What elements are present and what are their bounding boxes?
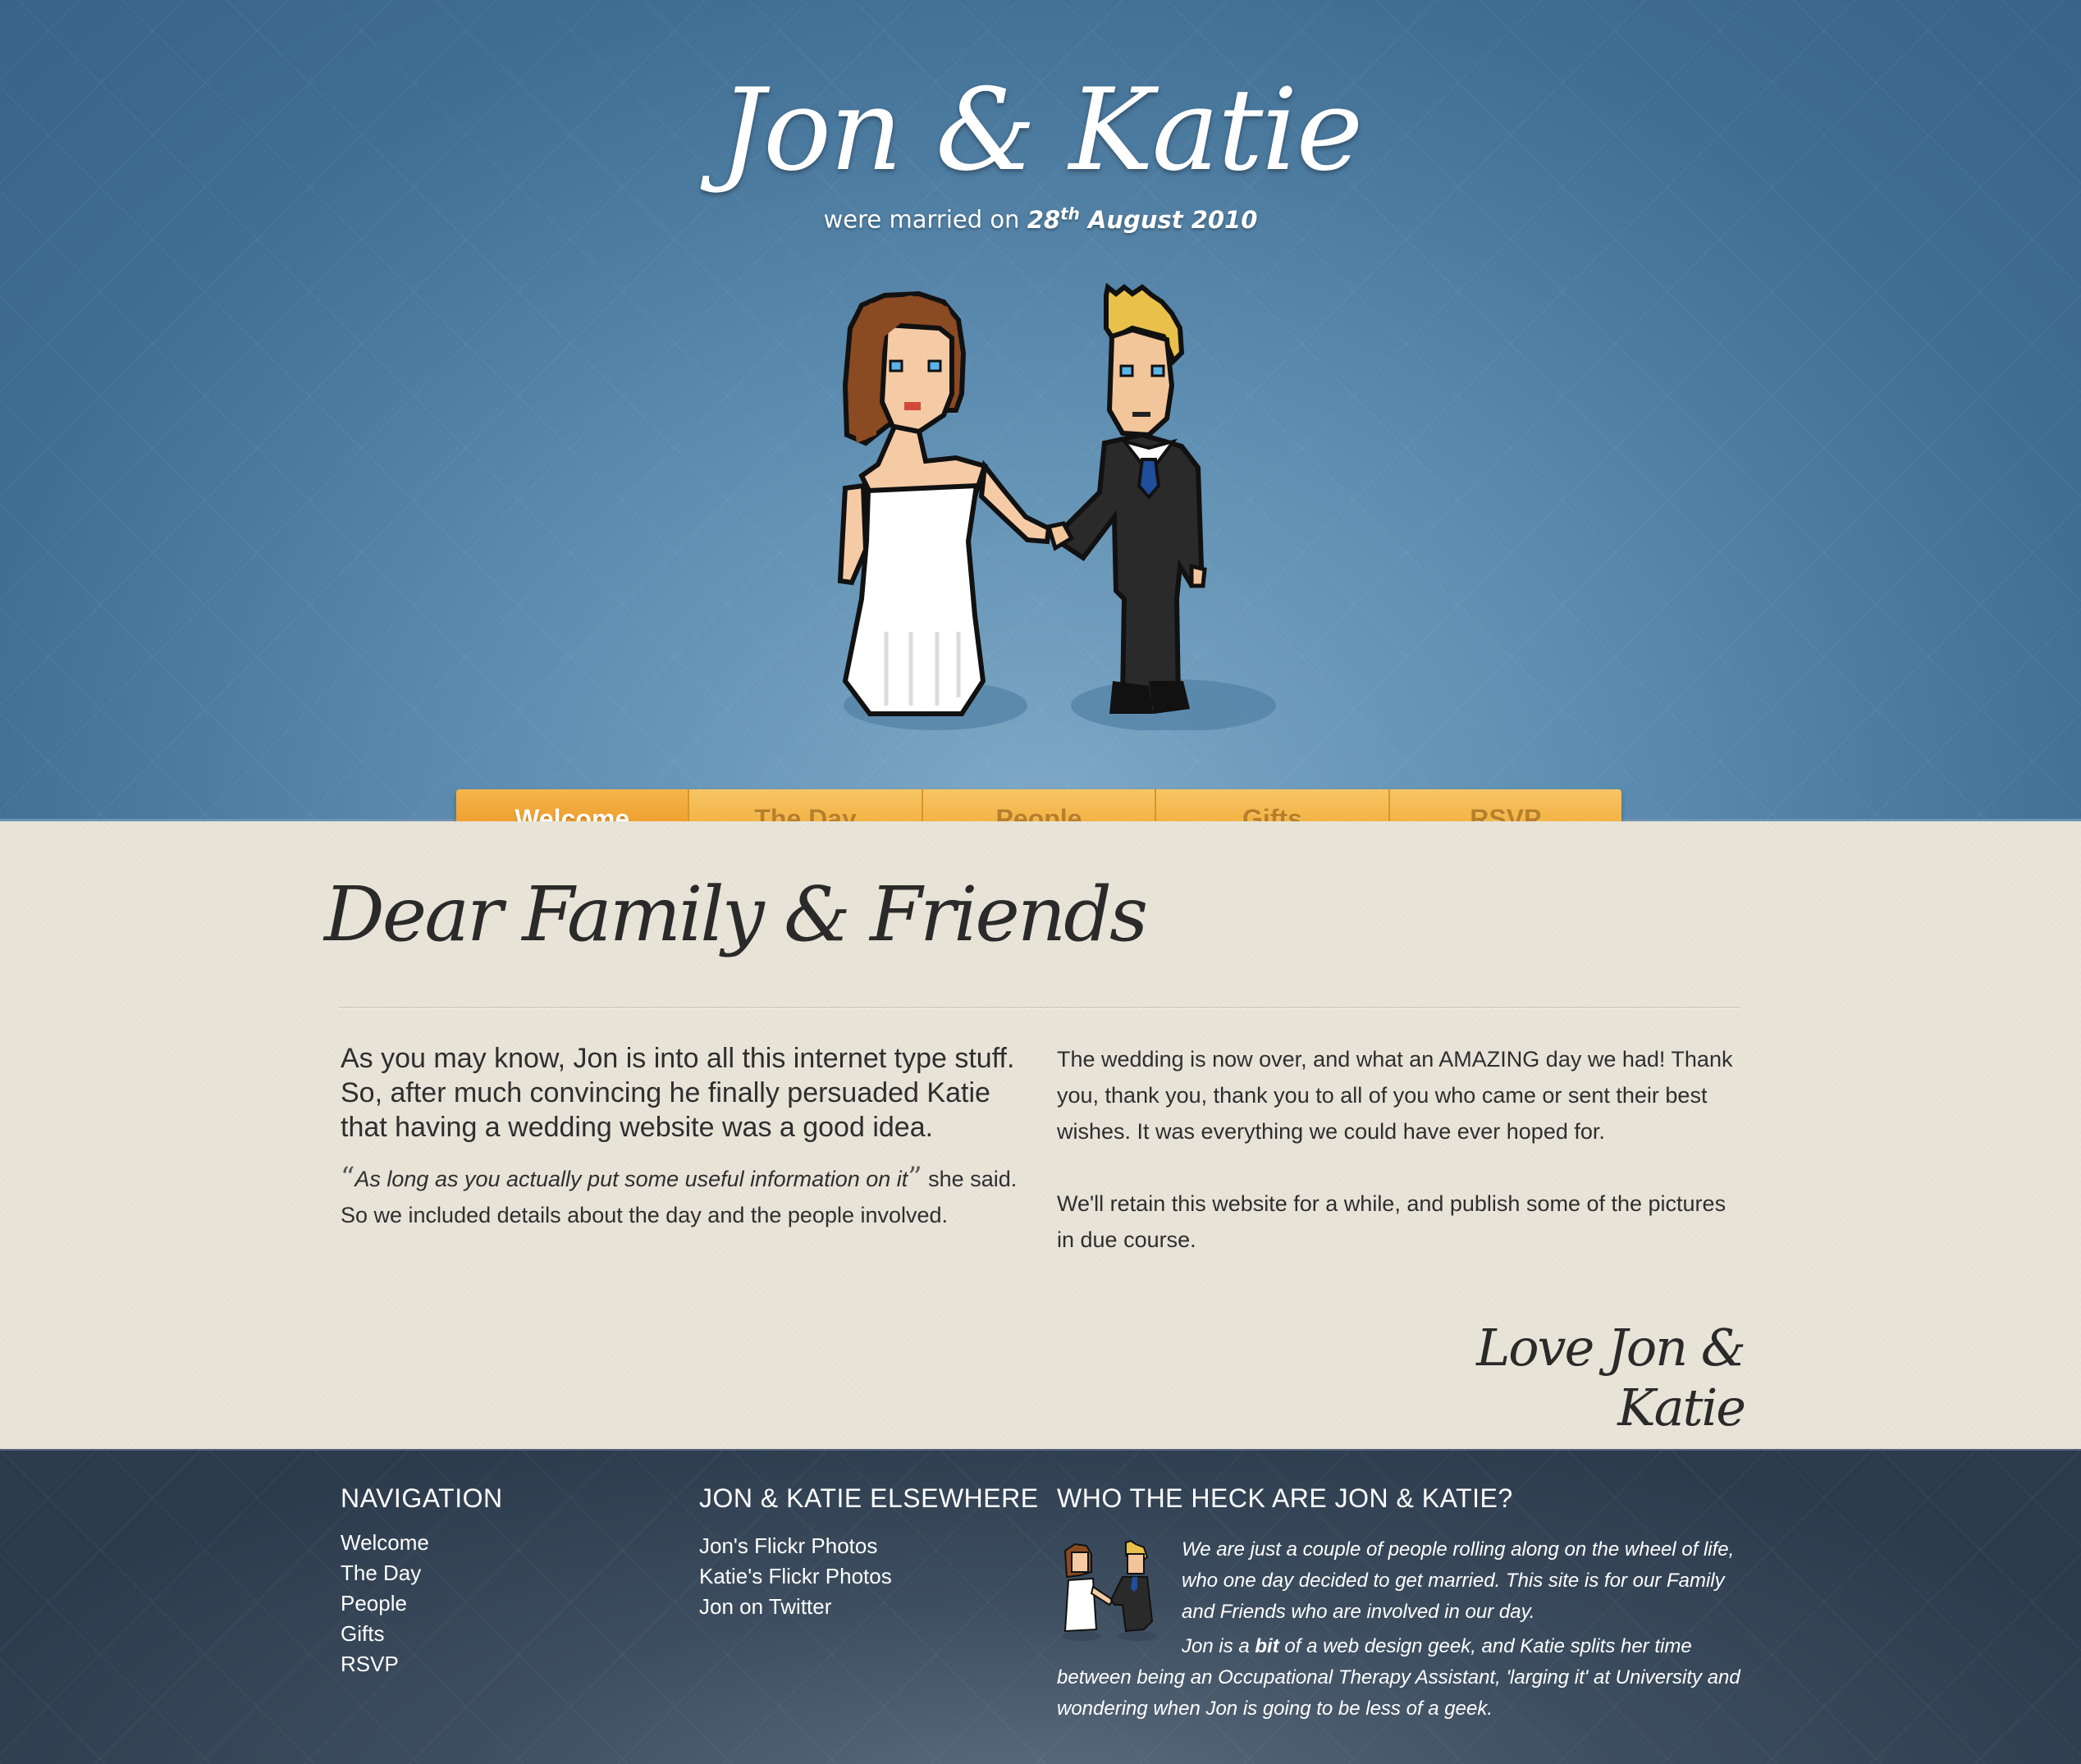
footer-nav-list: Welcome The Day People Gifts RSVP xyxy=(341,1528,429,1679)
quote-close-mark: ” xyxy=(908,1161,922,1194)
mini-couple-icon xyxy=(1062,1539,1157,1641)
intro-quote-paragraph: “As long as you actually put some useful… xyxy=(341,1159,1022,1233)
footer-link-welcome[interactable]: Welcome xyxy=(341,1528,429,1558)
katie-quote: As long as you actually put some useful … xyxy=(354,1167,908,1191)
footer: Navigation Welcome The Day People Gifts … xyxy=(0,1449,2081,1764)
footer-link-gifts[interactable]: Gifts xyxy=(341,1619,429,1649)
footer-elsewhere-heading: Jon & Katie Elsewhere xyxy=(699,1483,1039,1513)
date-day: 28 xyxy=(1027,205,1061,234)
date-month-year: August 2010 xyxy=(1087,205,1258,234)
footer-nav-heading: Navigation xyxy=(341,1483,503,1513)
footer-link-the-day[interactable]: The Day xyxy=(341,1558,429,1588)
intro-lead: As you may know, Jon is into all this in… xyxy=(341,1043,1015,1143)
who-p2-start: Jon is a xyxy=(1182,1635,1255,1657)
couple-illustration-icon xyxy=(837,282,1276,730)
update-column: The wedding is now over, and what an AMA… xyxy=(1057,1041,1746,1294)
header: Jon & Katie were married on 28th August … xyxy=(0,0,2081,821)
sign-off: Love Jon & Katie xyxy=(1476,1318,1746,1437)
footer-link-jon-twitter[interactable]: Jon on Twitter xyxy=(699,1592,892,1622)
wedding-over-paragraph: The wedding is now over, and what an AMA… xyxy=(1057,1047,1733,1144)
retain-site-paragraph: We'll retain this website for a while, a… xyxy=(1057,1191,1727,1252)
subtitle-prefix: were married on xyxy=(823,205,1020,234)
footer-link-rsvp[interactable]: RSVP xyxy=(341,1649,429,1679)
footer-who-heading: Who the heck are Jon & Katie? xyxy=(1057,1483,1513,1513)
date-suffix: th xyxy=(1060,203,1080,223)
bride-figure xyxy=(837,290,1052,716)
page-heading: Dear Family & Friends xyxy=(324,871,1148,958)
footer-link-people[interactable]: People xyxy=(341,1588,429,1619)
content-divider xyxy=(339,1007,1740,1009)
main-content: Dear Family & Friends As you may know, J… xyxy=(0,821,2081,1449)
wedding-date: 28th August 2010 xyxy=(1027,203,1258,234)
footer-link-jon-flickr[interactable]: Jon's Flickr Photos xyxy=(699,1531,892,1561)
footer-link-katie-flickr[interactable]: Katie's Flickr Photos xyxy=(699,1561,892,1592)
footer-who-text: We are just a couple of people rolling a… xyxy=(1057,1534,1746,1728)
intro-column: As you may know, Jon is into all this in… xyxy=(341,1041,1022,1269)
who-p2-bold: bit xyxy=(1255,1635,1279,1657)
footer-elsewhere-list: Jon's Flickr Photos Katie's Flickr Photo… xyxy=(699,1531,892,1622)
wedding-date-subtitle: were married on 28th August 2010 xyxy=(0,203,2081,234)
site-title: Jon & Katie xyxy=(719,64,1363,196)
quote-open-mark: “ xyxy=(341,1161,355,1194)
groom-figure xyxy=(1045,282,1207,714)
who-p2-end: of a web design geek, and Katie splits h… xyxy=(1057,1635,1740,1720)
